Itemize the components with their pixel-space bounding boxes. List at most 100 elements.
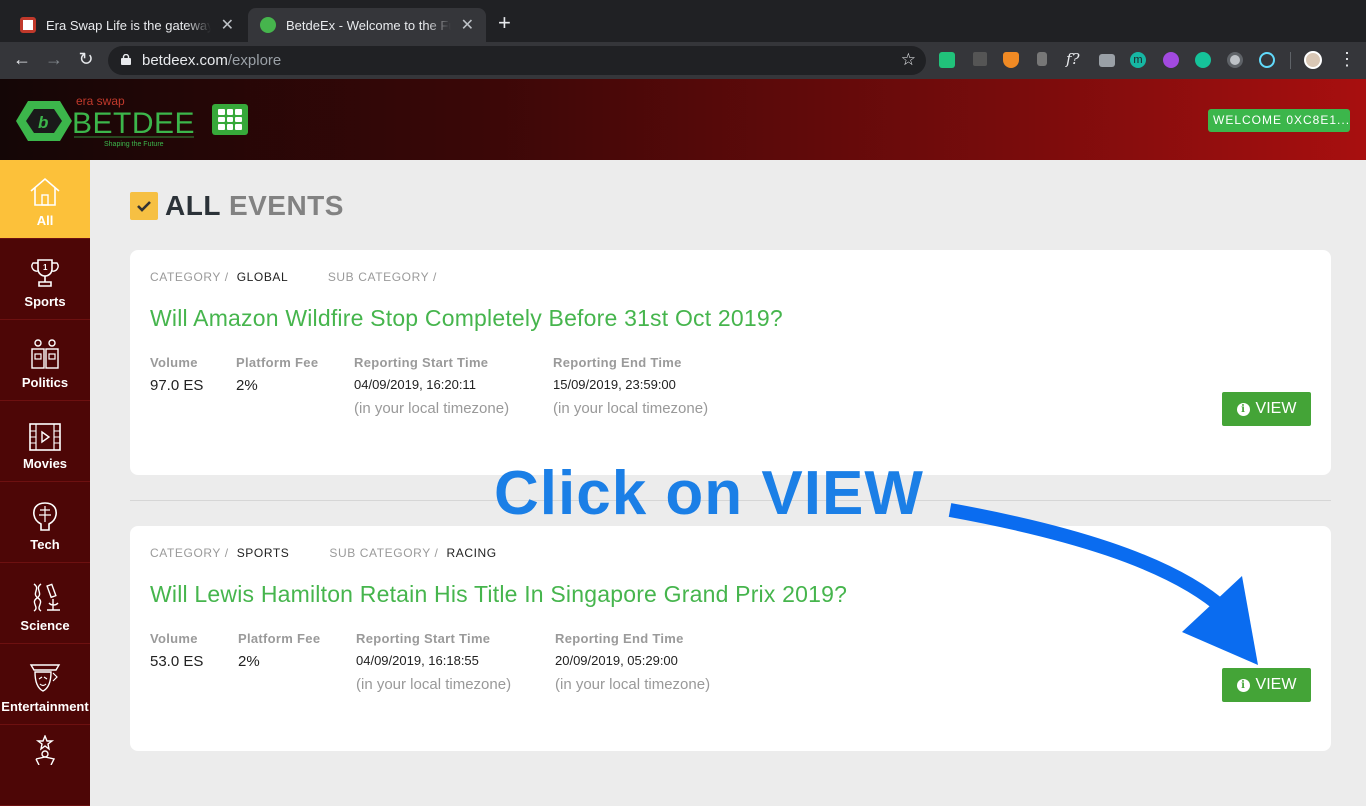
pen-ext-icon[interactable]	[973, 52, 987, 66]
volume-value: 97.0 ES	[150, 377, 204, 394]
apps-grid-button[interactable]	[212, 104, 248, 135]
kebab-menu-icon[interactable]: ⋮	[1338, 49, 1356, 70]
metamask-ext-icon[interactable]	[1003, 52, 1019, 68]
grammarly-ext-icon[interactable]	[1195, 52, 1211, 68]
sidebar-item-more[interactable]	[0, 725, 90, 806]
address-bar[interactable]: betdeex.com/explore ☆	[108, 46, 926, 75]
event-card: CATEGORY / GLOBAL SUB CATEGORY / Will Ama…	[130, 250, 1331, 475]
url-host: betdeex.com	[142, 52, 228, 69]
browser-tab-betdeex[interactable]: BetdeEx - Welcome to the Future ✕	[248, 8, 486, 42]
browser-tab-strip: Era Swap Life is the gateway to ✕ BetdeE…	[0, 0, 1366, 42]
sidebar-item-label: All	[36, 213, 54, 228]
m-ext-icon[interactable]: m	[1130, 52, 1146, 68]
checkbox-icon	[130, 192, 158, 220]
bottle-ext-icon[interactable]	[1037, 52, 1047, 66]
sidebar-item-all[interactable]: All	[0, 160, 90, 239]
info-icon: i	[1236, 402, 1250, 416]
sidebar-item-entertainment[interactable]: Entertainment	[0, 644, 90, 725]
film-icon	[29, 423, 61, 451]
eraswap-life-favicon	[20, 17, 36, 33]
category-row: CATEGORY / GLOBAL SUB CATEGORY /	[150, 270, 445, 284]
category-row: CATEGORY / SPORTS SUB CATEGORY / RACING	[150, 546, 497, 560]
app-header: b era swap BETDEEX Shaping the Future WE…	[0, 79, 1366, 160]
sidebar-item-label: Science	[20, 618, 70, 633]
end-time-column: Reporting End Time 20/09/2019, 05:29:00 …	[555, 631, 710, 693]
view-button[interactable]: i VIEW	[1222, 668, 1311, 702]
category-label: CATEGORY /	[150, 546, 229, 560]
start-time-column: Reporting Start Time 04/09/2019, 16:18:5…	[356, 631, 511, 693]
svg-text:1: 1	[43, 263, 48, 272]
sidebar-item-label: Tech	[30, 537, 60, 552]
category-value[interactable]: SPORTS	[237, 546, 290, 560]
mask-icon	[29, 664, 61, 692]
page-title-bold: ALL	[165, 190, 221, 221]
sub-category-value[interactable]: RACING	[446, 546, 496, 560]
microscope-icon	[33, 583, 60, 612]
sidebar-item-sports[interactable]: 1 Sports	[0, 239, 90, 320]
fx-ext-icon[interactable]: f?	[1066, 50, 1086, 68]
sidebar-item-label: Movies	[22, 456, 68, 471]
forward-arrow-icon[interactable]: →	[42, 49, 66, 70]
page-title-grey: EVENTS	[228, 190, 344, 221]
start-time-label: Reporting Start Time	[354, 355, 489, 370]
trophy-icon: 1	[31, 259, 59, 287]
annotation-arrow-icon	[948, 503, 1258, 665]
toolbar-divider	[1290, 52, 1291, 69]
view-button-label: VIEW	[1255, 676, 1297, 693]
bookmark-star-icon[interactable]: ☆	[901, 50, 916, 70]
welcome-wallet-button[interactable]: WELCOME 0XC8E1...	[1208, 109, 1350, 132]
react-ext-icon[interactable]	[1259, 52, 1275, 68]
cloud-ext-icon[interactable]	[939, 52, 955, 68]
end-time-value: 20/09/2019, 05:29:00	[555, 653, 678, 668]
view-button[interactable]: i VIEW	[1222, 392, 1311, 426]
sidebar-item-science[interactable]: Science	[0, 563, 90, 644]
platform-fee-label: Platform Fee	[238, 631, 321, 646]
timezone-note: (in your local timezone)	[356, 676, 512, 693]
new-tab-button[interactable]: +	[498, 12, 511, 34]
fee-column: Platform Fee 2%	[238, 631, 320, 670]
betdeex-logo[interactable]: b era swap BETDEEX Shaping the Future	[16, 93, 196, 149]
timezone-note: (in your local timezone)	[553, 400, 709, 417]
volume-label: Volume	[150, 631, 198, 646]
reload-icon[interactable]: ↻	[74, 49, 98, 70]
sidebar-item-label: Sports	[24, 294, 66, 309]
browser-toolbar: ← → ↻ betdeex.com/explore ☆ f? m ⋮	[0, 42, 1366, 79]
close-tab-icon[interactable]: ✕	[221, 15, 234, 35]
back-arrow-icon[interactable]: ←	[10, 49, 34, 70]
tab-title: BetdeEx - Welcome to the Future	[286, 17, 451, 33]
browser-tab-eraswap[interactable]: Era Swap Life is the gateway to ✕	[8, 8, 246, 42]
sub-category-label: SUB CATEGORY /	[327, 270, 437, 284]
volume-label: Volume	[150, 355, 198, 370]
privacy-ext-icon[interactable]	[1163, 52, 1179, 68]
page-title: ALL EVENTS	[130, 190, 344, 222]
event-title[interactable]: Will Amazon Wildfire Stop Completely Bef…	[150, 305, 783, 332]
timezone-note: (in your local timezone)	[555, 676, 711, 693]
category-sidebar: All 1 Sports Politics Movies Tech Scienc…	[0, 160, 90, 806]
camera-ext-icon[interactable]	[1099, 54, 1115, 67]
close-tab-icon[interactable]: ✕	[461, 15, 474, 35]
sidebar-item-politics[interactable]: Politics	[0, 320, 90, 401]
logo-top-text: era swap	[76, 94, 125, 108]
volume-value: 53.0 ES	[150, 653, 204, 670]
url-text: betdeex.com/explore	[142, 52, 281, 69]
fee-column: Platform Fee 2%	[236, 355, 318, 394]
sidebar-item-label: Entertainment	[1, 699, 89, 714]
end-time-value: 15/09/2019, 23:59:00	[553, 377, 676, 392]
sidebar-item-tech[interactable]: Tech	[0, 482, 90, 563]
end-time-column: Reporting End Time 15/09/2019, 23:59:00 …	[553, 355, 708, 417]
sidebar-item-movies[interactable]: Movies	[0, 401, 90, 482]
start-time-label: Reporting Start Time	[356, 631, 491, 646]
volume-column: Volume 53.0 ES	[150, 631, 203, 670]
platform-fee-value: 2%	[236, 377, 258, 394]
category-value[interactable]: GLOBAL	[237, 270, 288, 284]
profile-avatar[interactable]	[1304, 51, 1322, 69]
lock-icon	[121, 54, 131, 65]
star-person-icon	[35, 735, 56, 765]
logo-tagline: Shaping the Future	[104, 141, 164, 148]
end-time-label: Reporting End Time	[555, 631, 684, 646]
category-label: CATEGORY /	[150, 270, 229, 284]
event-title[interactable]: Will Lewis Hamilton Retain His Title In …	[150, 581, 847, 608]
circle-ext-icon[interactable]	[1227, 52, 1243, 68]
start-time-value: 04/09/2019, 16:20:11	[354, 377, 476, 392]
sidebar-item-label: Politics	[21, 375, 69, 390]
